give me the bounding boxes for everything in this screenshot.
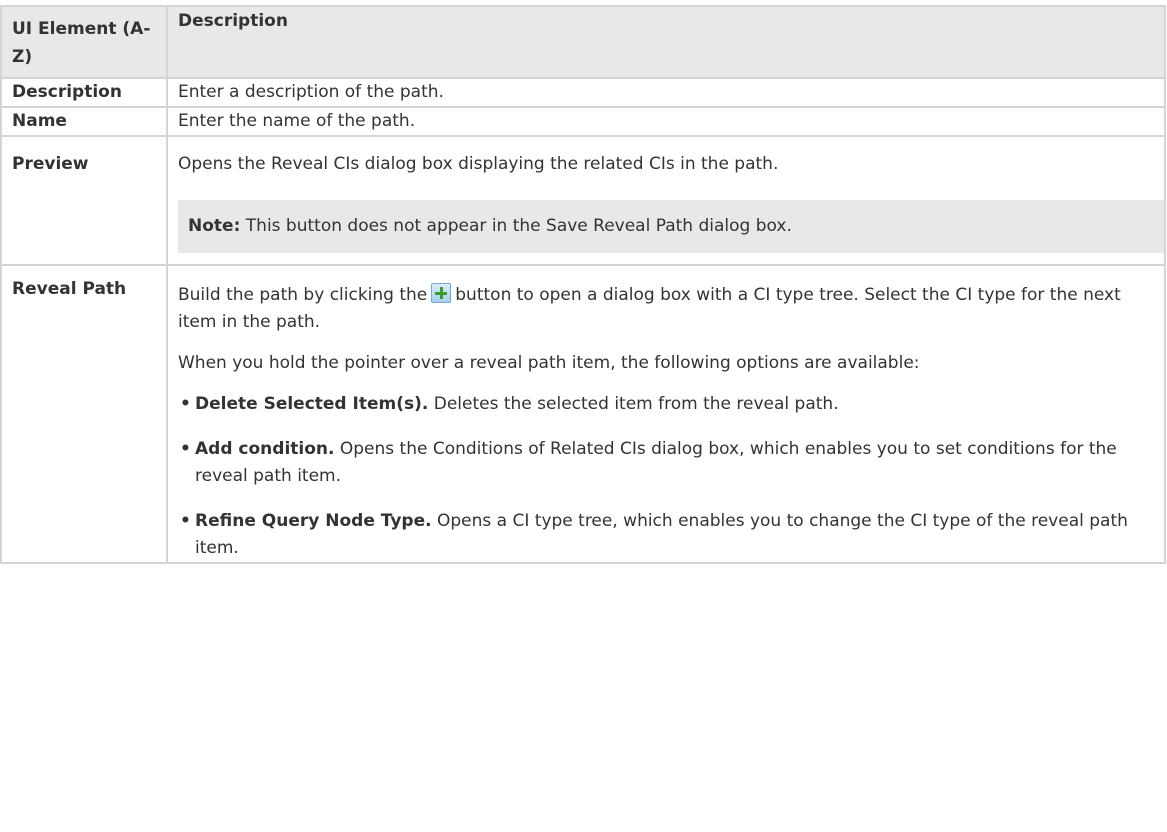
list-item: • Refine Query Node Type. Opens a CI type… (180, 511, 1128, 558)
header-ui-element: UI Element (A-Z) (0, 5, 168, 79)
element-name: Description (0, 77, 168, 108)
list-item: • Delete Selected Item(s). Deletes the se… (180, 394, 839, 414)
list-item: • Add condition. Opens the Conditions of … (180, 439, 1117, 486)
options-intro: When you hold the pointer over a reveal … (178, 353, 920, 373)
table-row: Preview Opens the Reveal CIs dialog box … (0, 135, 1166, 266)
table-row: Reveal Path Build the path by clicking t… (0, 264, 1166, 564)
option-label: Add condition. (195, 439, 335, 459)
options-list: • Delete Selected Item(s). Deletes the se… (178, 391, 1164, 562)
option-text: Opens the Conditions of Related CIs dial… (195, 439, 1117, 486)
element-name: Name (0, 106, 168, 137)
element-name: Preview (0, 135, 168, 266)
element-description-cell: Opens the Reveal CIs dialog box displayi… (166, 135, 1166, 266)
build-path-text-start: Build the path by clicking the (178, 285, 428, 305)
note-label: Note: (188, 216, 241, 236)
table-row: Description Enter a description of the p… (0, 77, 1166, 108)
option-label: Refine Query Node Type. (195, 511, 432, 531)
element-name: Reveal Path (0, 264, 168, 564)
build-path-paragraph: Build the path by clicking the button to … (178, 282, 1164, 336)
table-header-row: UI Element (A-Z) Description (0, 5, 1166, 79)
element-description: Enter a description of the path. (166, 77, 1166, 108)
header-description: Description (166, 5, 1166, 79)
add-plus-icon (431, 283, 452, 303)
option-label: Delete Selected Item(s). (195, 394, 429, 414)
element-description-cell: Build the path by clicking the button to … (166, 264, 1166, 564)
ui-elements-table: UI Element (A-Z) Description Description… (0, 5, 1166, 564)
element-description: Opens the Reveal CIs dialog box displayi… (178, 154, 779, 174)
note-text: This button does not appear in the Save … (240, 216, 792, 236)
table-row: Name Enter the name of the path. (0, 106, 1166, 137)
note-box: Note: This button does not appear in the… (178, 200, 1164, 253)
element-description: Enter the name of the path. (166, 106, 1166, 137)
option-text: Deletes the selected item from the revea… (428, 394, 839, 414)
